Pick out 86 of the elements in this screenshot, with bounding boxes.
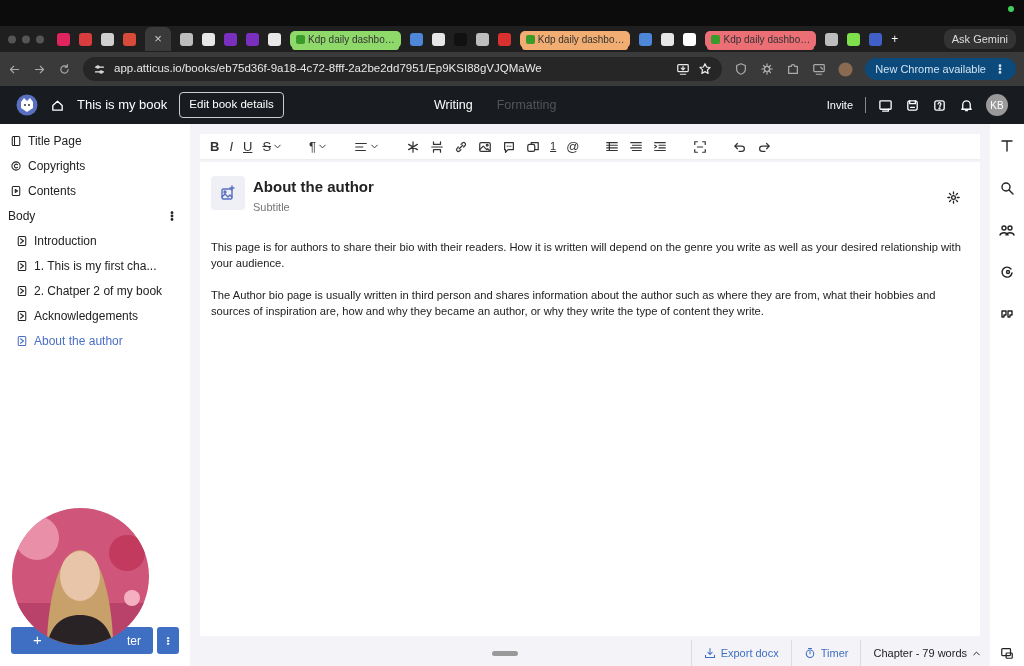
tab-favicon-icon[interactable] — [661, 32, 675, 46]
chapter-icon — [16, 234, 28, 247]
browser-tab[interactable]: Kdp daily dashbo… — [290, 30, 401, 48]
text-icon[interactable] — [999, 138, 1015, 154]
tab-favicon-icon[interactable] — [101, 32, 114, 46]
feedback-icon — [1000, 646, 1014, 660]
download-icon — [703, 647, 716, 659]
comment-icon — [502, 139, 517, 154]
page-icon — [10, 134, 22, 147]
preview-icon — [878, 97, 893, 113]
timer-button[interactable]: Timer — [790, 640, 861, 666]
section-heading: Body — [8, 207, 36, 225]
tab-favicon-icon[interactable] — [180, 32, 193, 46]
footnote-button[interactable]: 1 — [548, 135, 559, 158]
tab-favicon-icon[interactable] — [475, 32, 489, 46]
sidebar-item[interactable]: Title Page — [0, 128, 190, 153]
sidebar-item[interactable]: Copyrights — [0, 153, 190, 178]
tab-favicon-icon[interactable] — [268, 32, 281, 46]
indent-icon — [653, 139, 668, 154]
bold-button[interactable]: B — [208, 135, 222, 158]
book-title: This is my book — [77, 96, 168, 115]
copyright-icon — [10, 159, 22, 172]
notification-icon — [959, 97, 974, 113]
tab-favicon-icon[interactable] — [431, 32, 445, 46]
reload-icon — [58, 62, 71, 76]
sidebar-item[interactable]: Contents — [0, 178, 190, 203]
logo-icon[interactable] — [16, 94, 38, 116]
export-docx-button[interactable]: Export docx — [690, 640, 791, 666]
status-dot — [1008, 6, 1014, 12]
update-button[interactable]: New Chrome available — [865, 57, 1016, 81]
underline-button[interactable]: U — [241, 135, 255, 158]
link-icon — [454, 139, 469, 154]
browser-tab[interactable]: Kdp daily dashbo… — [519, 30, 631, 48]
url-text: app.atticus.io/books/eb75d36f-9a18-4c72-8fff-2a2be2dd7951/Ep9KSI88gVJQMaWe — [114, 61, 543, 77]
chapter-item[interactable]: 2. Chatper 2 of my book — [0, 278, 190, 303]
chapter-icon — [16, 309, 28, 322]
chapter-title[interactable]: About the author — [253, 176, 938, 199]
resize-handle[interactable] — [492, 650, 519, 656]
tab-favicon-icon[interactable] — [847, 32, 861, 46]
more-button[interactable] — [157, 627, 179, 654]
edit-book-details-button[interactable]: Edit book details — [179, 92, 284, 118]
add-image-button[interactable] — [211, 176, 245, 210]
image-icon — [478, 139, 493, 154]
install-icon — [676, 62, 691, 76]
people-icon[interactable] — [999, 222, 1015, 238]
tab-close-button[interactable]: × — [145, 27, 171, 51]
help-icon — [932, 97, 947, 113]
para-button[interactable]: ¶ — [307, 135, 331, 158]
tab-favicon-icon[interactable] — [683, 32, 697, 46]
invite-link[interactable]: Invite — [826, 96, 853, 114]
callout-icon — [526, 139, 541, 154]
browser-tab[interactable]: Kdp daily dashbo… — [705, 30, 817, 48]
chapter-item[interactable]: 1. This is my first cha... — [0, 253, 190, 278]
list1-icon — [605, 139, 620, 154]
paragraph: This page is for authors to share their bio with their readers. How it is written will depend on the genre you write as well as your desired relationship with your audience. — [211, 240, 962, 271]
pagebreak-icon — [430, 139, 445, 154]
timer-icon — [803, 647, 816, 659]
new-tab-button[interactable]: + — [891, 30, 899, 48]
chapter-icon — [16, 259, 28, 272]
screen-icon — [812, 62, 827, 76]
asterisk-icon — [406, 139, 421, 154]
extensions-icon — [786, 62, 801, 76]
chapter-item[interactable]: Introduction — [0, 228, 190, 253]
image-add-icon — [220, 185, 236, 201]
settings-icon[interactable] — [946, 190, 961, 206]
ask-gemini-button[interactable]: Ask Gemini — [943, 28, 1016, 50]
address-bar[interactable]: app.atticus.io/books/eb75d36f-9a18-4c72-8fff-2a2be2dd7951/Ep9KSI88gVJQMaWe — [83, 57, 723, 81]
play-page-icon — [10, 184, 22, 197]
search-icon[interactable] — [999, 180, 1015, 196]
circle-icon[interactable] — [999, 264, 1015, 280]
list2-icon — [629, 139, 644, 154]
chapter-item[interactable]: About the author — [0, 328, 190, 353]
mode-tab[interactable]: Writing — [434, 95, 473, 115]
site-settings-icon — [93, 62, 106, 76]
chapter-icon — [16, 334, 28, 347]
at-button[interactable]: @ — [564, 135, 582, 158]
paragraph: The Author bio page is usually written in third person and shares information about the author such as where they are from, what their hobbies and sources of inspiration are, how and why they became an author, or why they write the type of content they write. — [211, 288, 937, 319]
tab-favicon-icon[interactable] — [202, 32, 215, 46]
bookmark-star-icon — [698, 62, 713, 76]
chapter-item[interactable]: Acknowledgements — [0, 303, 190, 328]
fullscreen-icon — [693, 139, 708, 154]
chapter-icon — [16, 284, 28, 297]
tab-favicon-icon[interactable] — [825, 32, 839, 46]
italic-button[interactable]: I — [227, 135, 235, 158]
save-icon — [905, 97, 920, 113]
strike-button[interactable]: S — [260, 135, 286, 158]
